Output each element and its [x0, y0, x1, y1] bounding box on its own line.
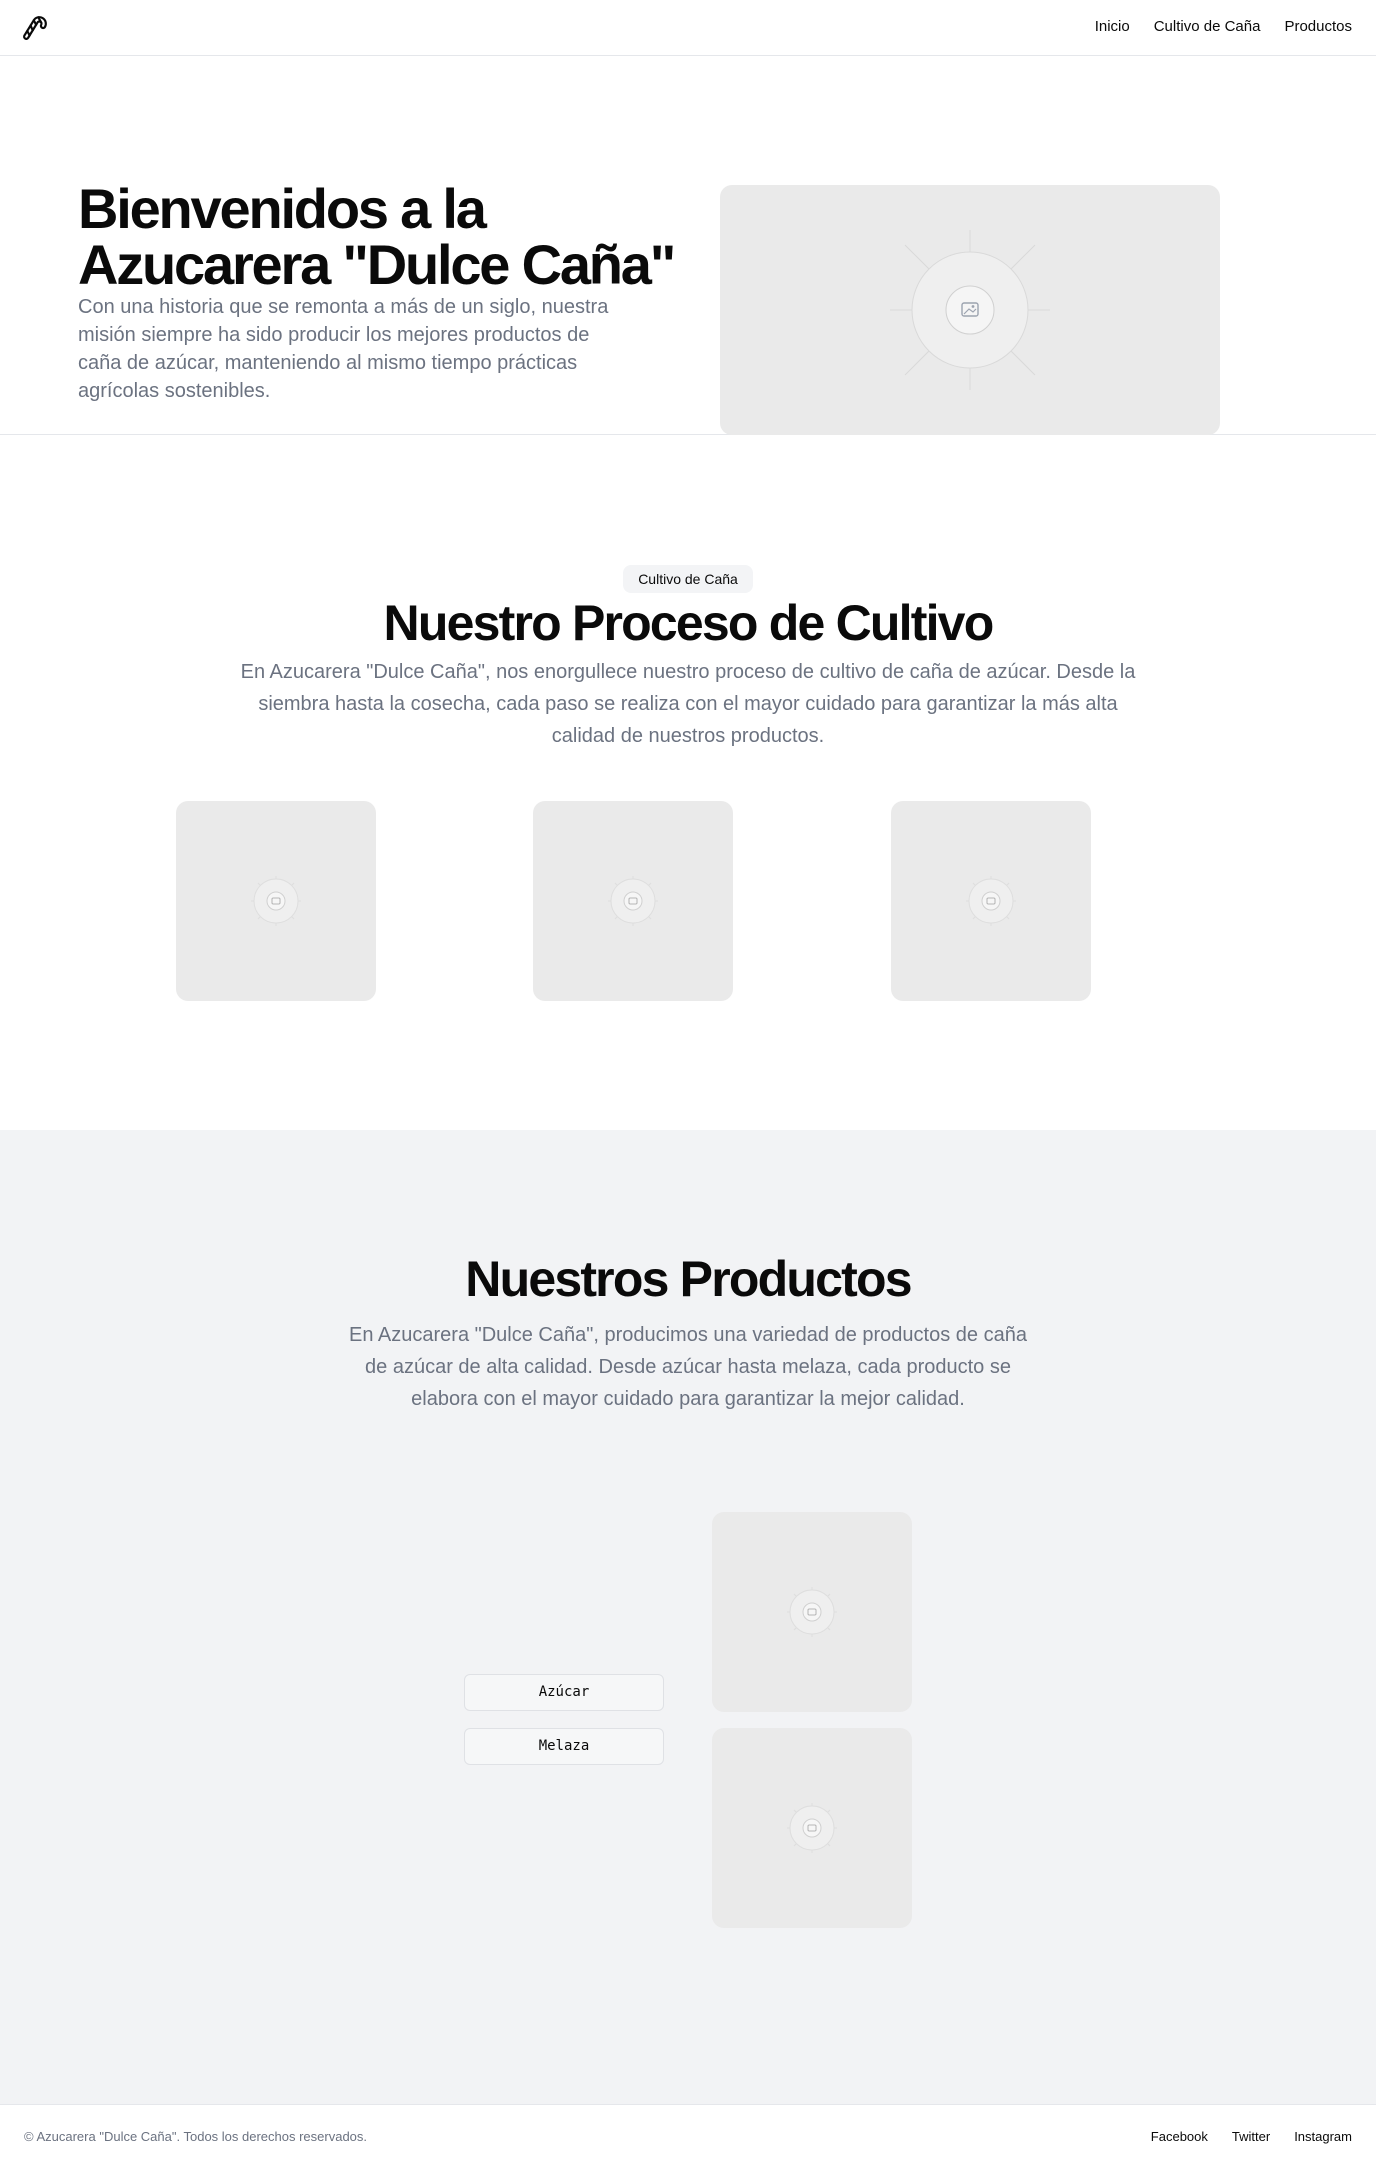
nav-link-cultivo[interactable]: Cultivo de Caña: [1154, 18, 1261, 35]
products-section: Nuestros Productos En Azucarera "Dulce C…: [0, 1130, 1376, 2104]
site-header: Inicio Cultivo de Caña Productos: [0, 0, 1376, 56]
cultivation-description: En Azucarera "Dulce Caña", nos enorgulle…: [240, 661, 1136, 747]
product-button-azucar[interactable]: Azúcar: [464, 1674, 664, 1711]
image-placeholder-icon: [966, 876, 1016, 926]
cultivation-image-1: [176, 801, 376, 1001]
hero-section: Bienvenidos a la Azucarera "Dulce Caña" …: [0, 57, 1376, 435]
image-placeholder-icon: [890, 230, 1050, 390]
hero-image: [720, 185, 1220, 435]
footer-nav: Facebook Twitter Instagram: [1151, 2129, 1352, 2144]
product-image-azucar: [712, 1512, 912, 1712]
image-placeholder-icon: [787, 1803, 837, 1853]
cultivation-image-2: [533, 801, 733, 1001]
cultivation-image-3: [891, 801, 1091, 1001]
main-nav: Inicio Cultivo de Caña Productos: [1095, 18, 1352, 35]
footer-link-facebook[interactable]: Facebook: [1151, 2129, 1208, 2144]
site-footer: © Azucarera "Dulce Caña". Todos los dere…: [0, 2104, 1376, 2169]
footer-link-twitter[interactable]: Twitter: [1232, 2129, 1270, 2144]
products-title: Nuestros Productos: [465, 1251, 912, 1307]
image-placeholder-icon: [787, 1587, 837, 1637]
image-placeholder-icon: [251, 876, 301, 926]
product-image-melaza: [712, 1728, 912, 1928]
copyright-text: © Azucarera "Dulce Caña". Todos los dere…: [24, 2129, 368, 2144]
nav-link-inicio[interactable]: Inicio: [1095, 18, 1130, 35]
products-description: En Azucarera "Dulce Caña", producimos un…: [349, 1324, 1027, 1410]
footer-link-instagram[interactable]: Instagram: [1294, 2129, 1352, 2144]
nav-link-productos[interactable]: Productos: [1284, 18, 1352, 35]
candy-cane-icon: [23, 16, 47, 40]
image-placeholder-icon: [608, 876, 658, 926]
logo-link[interactable]: [22, 15, 48, 41]
hero-description: Con una historia que se remonta a más de…: [78, 296, 609, 402]
hero-title: Bienvenidos a la Azucarera "Dulce Caña": [78, 177, 676, 296]
product-button-melaza[interactable]: Melaza: [464, 1728, 664, 1765]
cultivation-title: Nuestro Proceso de Cultivo: [383, 595, 995, 651]
section-badge: Cultivo de Caña: [623, 565, 753, 593]
